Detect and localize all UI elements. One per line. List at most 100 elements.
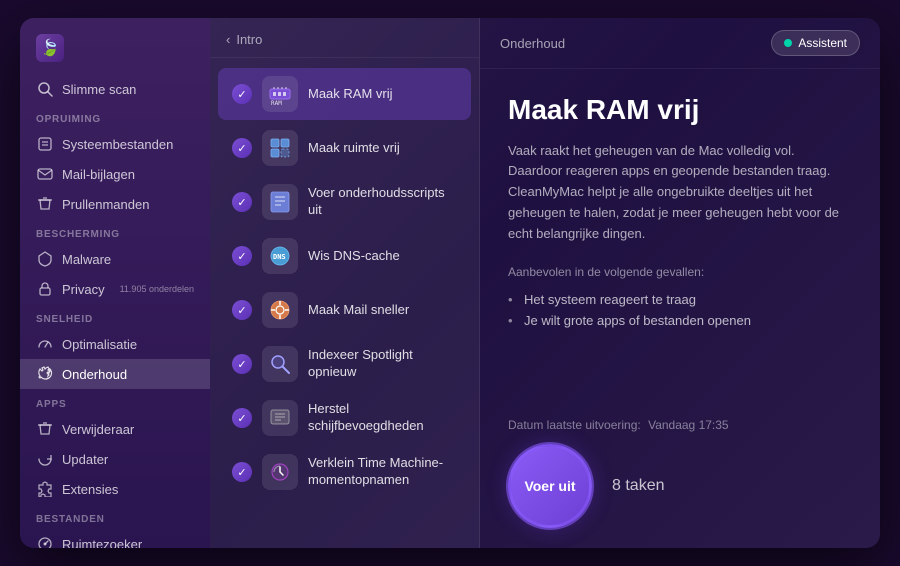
sidebar-item-label: Slimme scan — [62, 82, 136, 97]
tasks-count: 8 taken — [612, 477, 664, 495]
assistant-status-dot — [784, 39, 792, 47]
space-finder-icon — [36, 535, 54, 548]
sidebar-item-verwijderaar[interactable]: Verwijderaar — [20, 414, 210, 444]
task-label: Voer onderhoudsscripts uit — [308, 185, 457, 219]
task-item-schijf[interactable]: ✓ Herstel schijfbevoegdheden — [218, 392, 471, 444]
maintenance-icon — [36, 365, 54, 383]
bullet-item-1: Het systeem reageert te traag — [508, 289, 852, 310]
right-content: Maak RAM vrij Vaak raakt het geheugen va… — [480, 69, 880, 406]
last-run-value: Vandaag 17:35 — [648, 418, 729, 432]
privacy-badge: 11.905 onderdelen — [120, 284, 194, 294]
section-apps: Apps — [20, 389, 210, 414]
sidebar-item-label: Mail-bijlagen — [62, 167, 135, 182]
sidebar-item-onderhoud[interactable]: Onderhoud — [20, 359, 210, 389]
task-check: ✓ — [232, 462, 252, 482]
sidebar-item-systeembestanden[interactable]: Systeembestanden — [20, 129, 210, 159]
task-item-mail[interactable]: ✓ Maak Mail sneller — [218, 284, 471, 336]
sidebar-item-updater[interactable]: Updater — [20, 444, 210, 474]
task-label: Maak RAM vrij — [308, 86, 393, 103]
task-check: ✓ — [232, 138, 252, 158]
task-item-spotlight[interactable]: ✓ Indexeer Spotlight opnieuw — [218, 338, 471, 390]
systeembestanden-icon — [36, 135, 54, 153]
section-bestanden: Bestanden — [20, 504, 210, 529]
task-check: ✓ — [232, 246, 252, 266]
task-check: ✓ — [232, 354, 252, 374]
sidebar-top: 🍃 — [20, 34, 210, 74]
content-title: Maak RAM vrij — [508, 93, 852, 127]
footer-actions: Voer uit 8 taken — [508, 444, 852, 528]
sidebar-item-label: Optimalisatie — [62, 337, 137, 352]
task-icon-time-machine — [262, 454, 298, 490]
task-item-maak-ruimte-vrij[interactable]: ✓ Maak ruimte vrij — [218, 122, 471, 174]
task-label: Verklein Time Machine-momentopnamen — [308, 455, 457, 489]
content-desc: Vaak raakt het geheugen van de Mac volle… — [508, 141, 852, 245]
sidebar-item-label: Privacy — [62, 282, 105, 297]
task-check: ✓ — [232, 408, 252, 428]
task-icon-spotlight — [262, 346, 298, 382]
task-check: ✓ — [232, 84, 252, 104]
svg-text:RAM: RAM — [271, 100, 282, 106]
main-window: 🍃 Slimme scan Opruiming S — [20, 18, 880, 548]
middle-panel: ‹ Intro ✓ RAM — [210, 18, 480, 548]
task-label: Wis DNS-cache — [308, 248, 400, 265]
run-button[interactable]: Voer uit — [508, 444, 592, 528]
privacy-icon — [36, 280, 54, 298]
right-header: Onderhoud Assistent — [480, 18, 880, 69]
run-button-label: Voer uit — [524, 478, 575, 494]
sidebar-item-ruimtezoeker[interactable]: Ruimtezoeker — [20, 529, 210, 548]
sidebar-item-privacy[interactable]: Privacy 11.905 onderdelen — [20, 274, 210, 304]
task-item-maak-ram-vrij[interactable]: ✓ RAM Maak RAM vrij — [218, 68, 471, 120]
sidebar-item-prullenmanden[interactable]: Prullenmanden — [20, 189, 210, 219]
task-label: Maak Mail sneller — [308, 302, 409, 319]
assistant-label: Assistent — [798, 36, 847, 50]
svg-text:DNS: DNS — [273, 253, 286, 261]
trash-icon — [36, 195, 54, 213]
task-icon-dns: DNS — [262, 238, 298, 274]
back-button[interactable]: ‹ — [226, 32, 230, 47]
sidebar-item-mail-bijlagen[interactable]: Mail-bijlagen — [20, 159, 210, 189]
extension-icon — [36, 480, 54, 498]
app-icon: 🍃 — [36, 34, 64, 62]
task-item-time-machine[interactable]: ✓ Verklein Time Machine-momentopnamen — [218, 446, 471, 498]
task-item-scripts[interactable]: ✓ Voer onderhoudsscripts uit — [218, 176, 471, 228]
sidebar-item-label: Prullenmanden — [62, 197, 149, 212]
bullet-item-2: Je wilt grote apps of bestanden openen — [508, 310, 852, 331]
right-footer: Datum laatste uitvoering: Vandaag 17:35 … — [480, 406, 880, 548]
task-icon-schijf — [262, 400, 298, 436]
middle-header-title: Intro — [236, 32, 262, 47]
task-list: ✓ RAM Maak RAM vrij — [210, 58, 479, 548]
assistant-button[interactable]: Assistent — [771, 30, 860, 56]
uninstall-icon — [36, 420, 54, 438]
right-panel: Onderhoud Assistent Maak RAM vrij Vaak r… — [480, 18, 880, 548]
sidebar: 🍃 Slimme scan Opruiming S — [20, 18, 210, 548]
update-icon — [36, 450, 54, 468]
recommended-label: Aanbevolen in de volgende gevallen: — [508, 265, 852, 279]
task-label: Herstel schijfbevoegdheden — [308, 401, 457, 435]
middle-header: ‹ Intro — [210, 18, 479, 58]
last-run-info: Datum laatste uitvoering: Vandaag 17:35 — [508, 418, 852, 432]
malware-icon — [36, 250, 54, 268]
sidebar-item-extensies[interactable]: Extensies — [20, 474, 210, 504]
task-icon-ram: RAM — [262, 76, 298, 112]
sidebar-item-slimme-scan[interactable]: Slimme scan — [20, 74, 210, 104]
sidebar-item-label: Malware — [62, 252, 111, 267]
section-opruiming: Opruiming — [20, 104, 210, 129]
sidebar-item-label: Ruimtezoeker — [62, 537, 142, 549]
last-run-label: Datum laatste uitvoering: — [508, 418, 641, 432]
sidebar-item-malware[interactable]: Malware — [20, 244, 210, 274]
task-icon-ruimte — [262, 130, 298, 166]
section-snelheid: Snelheid — [20, 304, 210, 329]
task-check: ✓ — [232, 300, 252, 320]
task-label: Maak ruimte vrij — [308, 140, 400, 157]
task-icon-mail — [262, 292, 298, 328]
task-item-dns[interactable]: ✓ DNS Wis DNS-cache — [218, 230, 471, 282]
sidebar-item-label: Extensies — [62, 482, 118, 497]
right-header-title: Onderhoud — [500, 36, 565, 51]
bullet-list: Het systeem reageert te traag Je wilt gr… — [508, 289, 852, 331]
sidebar-item-label: Onderhoud — [62, 367, 127, 382]
scan-icon — [36, 80, 54, 98]
sidebar-item-optimalisatie[interactable]: Optimalisatie — [20, 329, 210, 359]
sidebar-item-label: Updater — [62, 452, 108, 467]
task-check: ✓ — [232, 192, 252, 212]
speed-icon — [36, 335, 54, 353]
